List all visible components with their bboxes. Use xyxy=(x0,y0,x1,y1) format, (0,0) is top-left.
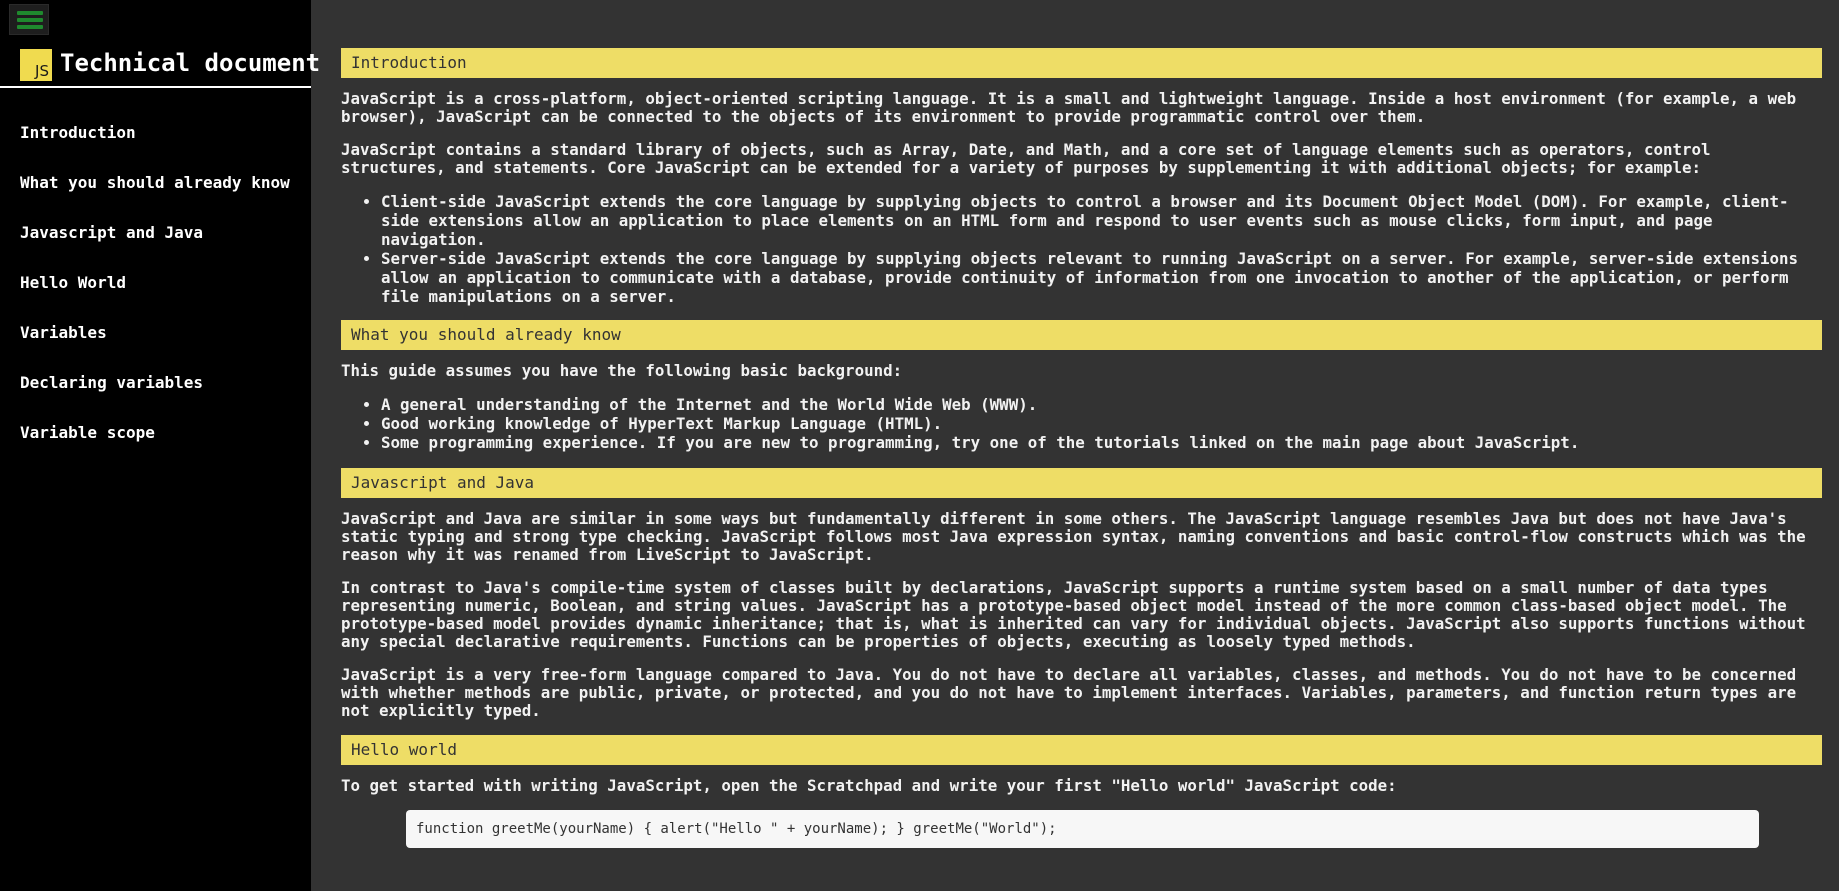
nav-item-what-you-should-know: What you should already know xyxy=(20,170,290,220)
document-title: Technical document xyxy=(60,49,321,77)
paragraph: JavaScript and Java are similar in some … xyxy=(341,509,1806,564)
nav-item-introduction: Introduction xyxy=(20,120,290,170)
section-header: Introduction xyxy=(341,48,1822,78)
section-introduction: Introduction JavaScript is a cross-platf… xyxy=(341,48,1822,306)
paragraph: This guide assumes you have the followin… xyxy=(341,361,903,380)
nav-link-declaring-variables[interactable]: Declaring variables xyxy=(20,370,203,396)
section-header: Javascript and Java xyxy=(341,468,1822,498)
hamburger-menu-icon[interactable] xyxy=(9,4,49,35)
nav-item-hello-world: Hello World xyxy=(20,270,290,320)
paragraph: JavaScript is a cross-platform, object-o… xyxy=(341,89,1797,126)
list-item: A general understanding of the Internet … xyxy=(381,395,1822,414)
list-item: Good working knowledge of HyperText Mark… xyxy=(381,414,1822,433)
nav-item-javascript-and-java: Javascript and Java xyxy=(20,220,290,270)
paragraph: To get started with writing JavaScript, … xyxy=(341,776,1397,795)
section-what-you-should-know: What you should already know This guide … xyxy=(341,320,1822,452)
code-block[interactable]: function greetMe(yourName) { alert("Hell… xyxy=(406,810,1759,848)
nav-link-hello-world[interactable]: Hello World xyxy=(20,270,126,296)
section-javascript-and-java: Javascript and Java JavaScript and Java … xyxy=(341,468,1822,720)
js-logo: JS xyxy=(20,49,52,81)
nav-link-introduction[interactable]: Introduction xyxy=(20,120,136,146)
paragraph: JavaScript contains a standard library o… xyxy=(341,140,1711,177)
nav-list: Introduction What you should already kno… xyxy=(20,120,290,470)
nav-item-variables: Variables xyxy=(20,320,290,370)
nav-item-variable-scope: Variable scope xyxy=(20,420,290,470)
nav-link-variable-scope[interactable]: Variable scope xyxy=(20,420,155,446)
bullet-list: Client-side JavaScript extends the core … xyxy=(341,192,1822,306)
sidebar: JS Technical document Introduction What … xyxy=(0,0,320,891)
list-item: Client-side JavaScript extends the core … xyxy=(381,192,1822,249)
section-hello-world: Hello world To get started with writing … xyxy=(341,735,1822,848)
nav-link-what-you-should-know[interactable]: What you should already know xyxy=(20,170,290,196)
section-header: What you should already know xyxy=(341,320,1822,350)
paragraph: JavaScript is a very free-form language … xyxy=(341,665,1797,720)
nav-link-variables[interactable]: Variables xyxy=(20,320,107,346)
sidebar-header: JS Technical document xyxy=(0,44,320,88)
list-item: Some programming experience. If you are … xyxy=(381,433,1822,452)
section-header: Hello world xyxy=(341,735,1822,765)
bullet-list: A general understanding of the Internet … xyxy=(341,395,1822,452)
nav-item-declaring-variables: Declaring variables xyxy=(20,370,290,420)
paragraph: In contrast to Java's compile-time syste… xyxy=(341,578,1806,651)
list-item: Server-side JavaScript extends the core … xyxy=(381,249,1822,306)
main-content: Introduction JavaScript is a cross-platf… xyxy=(341,48,1822,848)
nav-link-javascript-and-java[interactable]: Javascript and Java xyxy=(20,220,203,246)
